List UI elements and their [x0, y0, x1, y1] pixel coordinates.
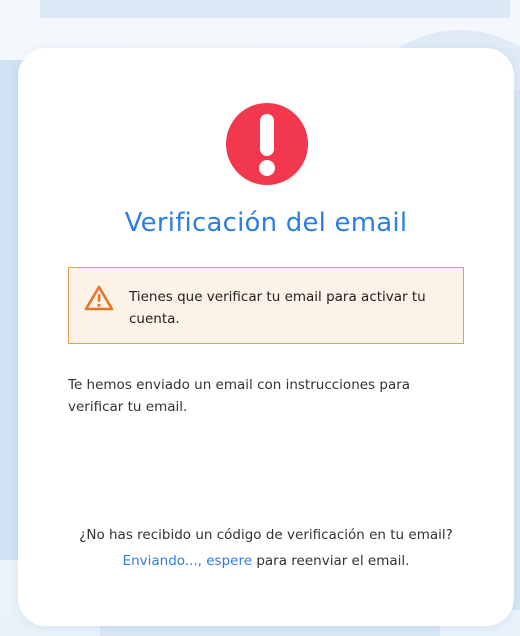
resend-section: ¿No has recibido un código de verificaci… — [18, 523, 514, 573]
background-shape — [40, 0, 510, 18]
resend-suffix-text: para reenviar el email. — [252, 553, 410, 569]
warning-text: Tienes que verificar tu email para activ… — [129, 289, 426, 327]
verification-card: Verificación del email Tienes que verifi… — [18, 48, 514, 626]
resend-email-link[interactable]: Enviando..., espere — [123, 553, 252, 569]
warning-alert: Tienes que verificar tu email para activ… — [68, 267, 464, 344]
info-message: Te hemos enviado un email con instruccio… — [68, 377, 411, 415]
exclamation-bar — [260, 114, 274, 156]
exclamation-circle-icon — [226, 103, 308, 185]
warning-triangle-icon — [84, 285, 114, 311]
resend-line: Enviando..., espere para reenviar el ema… — [18, 549, 514, 573]
exclamation-dot — [259, 160, 275, 176]
page-title: Verificación del email — [124, 208, 408, 238]
resend-question: ¿No has recibido un código de verificaci… — [79, 527, 453, 543]
